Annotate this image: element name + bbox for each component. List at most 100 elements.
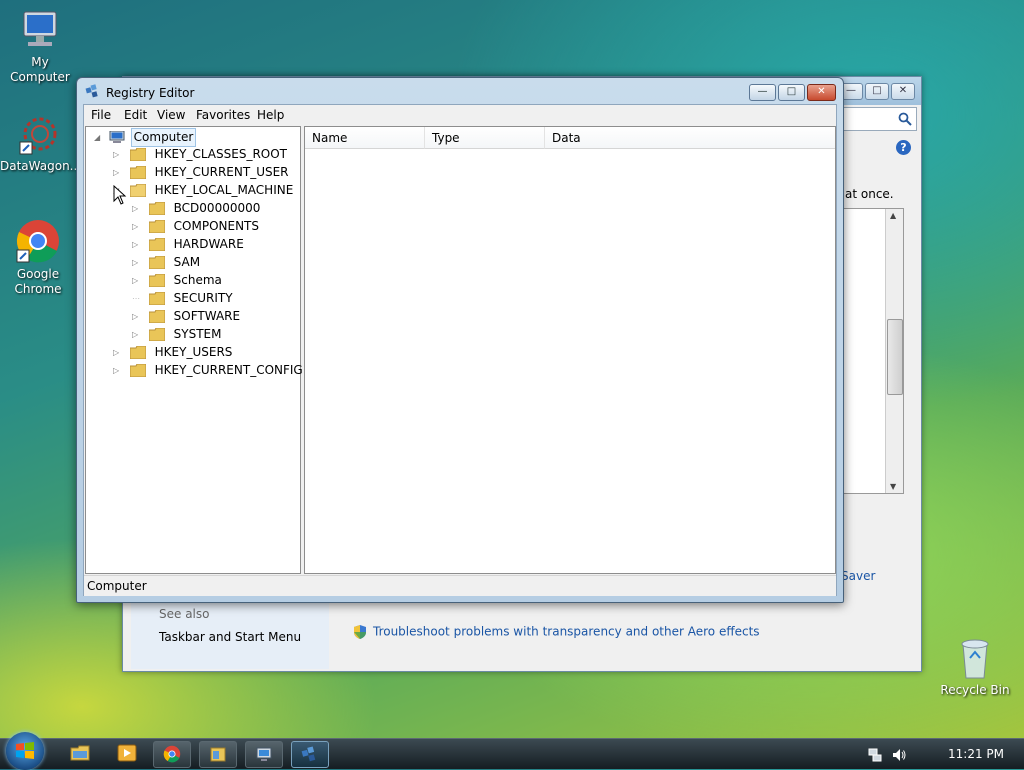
datawagon-icon	[19, 117, 57, 155]
troubleshoot-link-text: Troubleshoot problems with transparency …	[373, 624, 760, 639]
volume-icon[interactable]	[891, 747, 907, 763]
tree-node-label: HKEY_CURRENT_CONFIG	[154, 363, 303, 377]
tree-node-hive[interactable]: ◢ HKEY_LOCAL_MACHINE	[113, 182, 295, 199]
tree-connector: ⋯	[132, 294, 140, 303]
tree-node-label: SOFTWARE	[173, 309, 241, 323]
expand-arrow-icon[interactable]: ▷	[113, 362, 122, 379]
chrome-icon	[163, 745, 181, 763]
folder-icon	[148, 220, 165, 233]
tree-node-hive[interactable]: ▷ HKEY_CURRENT_CONFIG	[113, 362, 305, 379]
vertical-scrollbar[interactable]: ▲ ▼	[885, 209, 903, 493]
maximize-button[interactable]: □	[778, 84, 805, 101]
preview-list[interactable]: ▲ ▼	[842, 208, 904, 494]
values-list-pane[interactable]: Name Type Data	[304, 126, 836, 574]
expand-arrow-icon[interactable]: ▷	[132, 236, 141, 253]
network-icon[interactable]	[867, 747, 883, 763]
taskbar-button-explorer[interactable]	[199, 741, 237, 768]
collapse-arrow-icon[interactable]: ◢	[94, 129, 103, 146]
desktop-icon-datawagon[interactable]: DataWagon...	[0, 114, 82, 174]
taskbar-start-menu-link[interactable]: Taskbar and Start Menu	[159, 630, 301, 644]
status-text: Computer	[87, 579, 147, 593]
expand-arrow-icon[interactable]: ▷	[132, 308, 141, 325]
registry-editor-window[interactable]: Registry Editor — □ ✕ File Edit View Fav…	[76, 77, 844, 603]
expand-arrow-icon[interactable]: ▷	[132, 272, 141, 289]
close-button[interactable]: ✕	[891, 83, 915, 100]
explorer-folder-icon[interactable]	[69, 742, 91, 764]
tree-node-key[interactable]: ▷ SOFTWARE	[132, 308, 242, 325]
column-header-type[interactable]: Type	[425, 127, 545, 149]
folder-icon	[129, 148, 146, 161]
desktop-icon-label: Recycle Bin	[940, 683, 1010, 697]
taskbar-clock[interactable]: 11:21 PM	[948, 747, 1004, 761]
expand-arrow-icon[interactable]: ▷	[113, 344, 122, 361]
folder-icon	[129, 346, 146, 359]
folder-icon	[148, 274, 165, 287]
troubleshoot-link[interactable]: Troubleshoot problems with transparency …	[353, 624, 760, 640]
tree-node-hive[interactable]: ▷ HKEY_USERS	[113, 344, 234, 361]
partial-description-text: at once.	[845, 187, 894, 201]
tree-node-key[interactable]: ▷ SAM	[132, 254, 202, 271]
tree-node-label: HKEY_CLASSES_ROOT	[154, 147, 288, 161]
taskbar-button-control-panel[interactable]	[245, 741, 283, 768]
desktop-icon-recycle-bin[interactable]: Recycle Bin	[935, 636, 1015, 698]
folder-icon	[148, 292, 165, 305]
folder-icon	[148, 310, 165, 323]
minimize-button[interactable]: —	[749, 84, 776, 101]
tree-node-key[interactable]: ▷ HARDWARE	[132, 236, 246, 253]
start-button[interactable]	[6, 732, 44, 770]
expand-arrow-icon[interactable]: ▷	[132, 326, 141, 343]
search-input[interactable]	[839, 107, 917, 131]
folder-icon	[129, 166, 146, 179]
window-title: Registry Editor	[106, 86, 195, 100]
registry-editor-icon	[301, 746, 316, 762]
tree-node-key[interactable]: ▷ Schema	[132, 272, 224, 289]
tree-node-key[interactable]: ▷ SYSTEM	[132, 326, 224, 343]
mouse-cursor-icon	[113, 185, 127, 205]
scroll-down-arrow-icon[interactable]: ▼	[890, 482, 896, 491]
windows-logo-icon	[16, 742, 34, 759]
file-manager-icon	[210, 747, 226, 762]
expand-arrow-icon[interactable]: ▷	[132, 218, 141, 235]
help-icon[interactable]: ?	[896, 140, 911, 155]
tree-node-hive[interactable]: ▷ HKEY_CURRENT_USER	[113, 164, 291, 181]
registry-editor-client: File Edit View Favorites Help ◢ Computer…	[83, 104, 837, 596]
chrome-icon	[16, 220, 59, 263]
taskbar-button-registry-editor[interactable]	[291, 741, 329, 768]
close-button[interactable]: ✕	[807, 84, 836, 101]
media-player-icon[interactable]	[116, 742, 138, 764]
column-header-data[interactable]: Data	[545, 127, 835, 149]
tree-node-label: HKEY_LOCAL_MACHINE	[154, 183, 294, 197]
expand-arrow-icon[interactable]: ▷	[113, 146, 122, 163]
tree-node-key[interactable]: ▷ BCD00000000	[132, 200, 262, 217]
column-header-name[interactable]: Name	[305, 127, 425, 149]
tree-node-computer[interactable]: ◢ Computer	[94, 128, 197, 147]
search-icon	[898, 112, 912, 126]
uac-shield-icon	[354, 625, 366, 639]
expand-arrow-icon[interactable]: ▷	[132, 254, 141, 271]
folder-icon	[129, 364, 146, 377]
menu-edit[interactable]: Edit	[124, 108, 147, 122]
computer-icon	[109, 131, 125, 143]
tree-node-label: SYSTEM	[173, 327, 222, 341]
menu-help[interactable]: Help	[257, 108, 284, 122]
tree-node-label: COMPONENTS	[173, 219, 259, 233]
desktop-icon-my-computer[interactable]: My Computer	[0, 10, 80, 85]
tree-node-key[interactable]: ▷ COMPONENTS	[132, 218, 261, 235]
menu-favorites[interactable]: Favorites	[196, 108, 250, 122]
desktop-icon-label: DataWagon...	[0, 159, 82, 173]
screen-saver-link[interactable]: Saver	[841, 569, 875, 583]
tree-node-key[interactable]: ⋯ SECURITY	[132, 290, 235, 307]
expand-arrow-icon[interactable]: ▷	[113, 164, 122, 181]
scroll-up-arrow-icon[interactable]: ▲	[890, 211, 896, 220]
tree-node-label: HKEY_USERS	[154, 345, 233, 359]
taskbar-button-chrome[interactable]	[153, 741, 191, 768]
scrollbar-thumb[interactable]	[887, 319, 903, 395]
maximize-button[interactable]: □	[865, 83, 889, 100]
tree-node-hive[interactable]: ▷ HKEY_CLASSES_ROOT	[113, 146, 289, 163]
registry-editor-titlebar[interactable]: Registry Editor — □ ✕	[77, 78, 843, 104]
menu-file[interactable]: File	[91, 108, 111, 122]
desktop-icon-chrome[interactable]: Google Chrome	[0, 218, 78, 297]
menu-view[interactable]: View	[157, 108, 185, 122]
recycle-bin-icon	[961, 639, 989, 679]
expand-arrow-icon[interactable]: ▷	[132, 200, 141, 217]
